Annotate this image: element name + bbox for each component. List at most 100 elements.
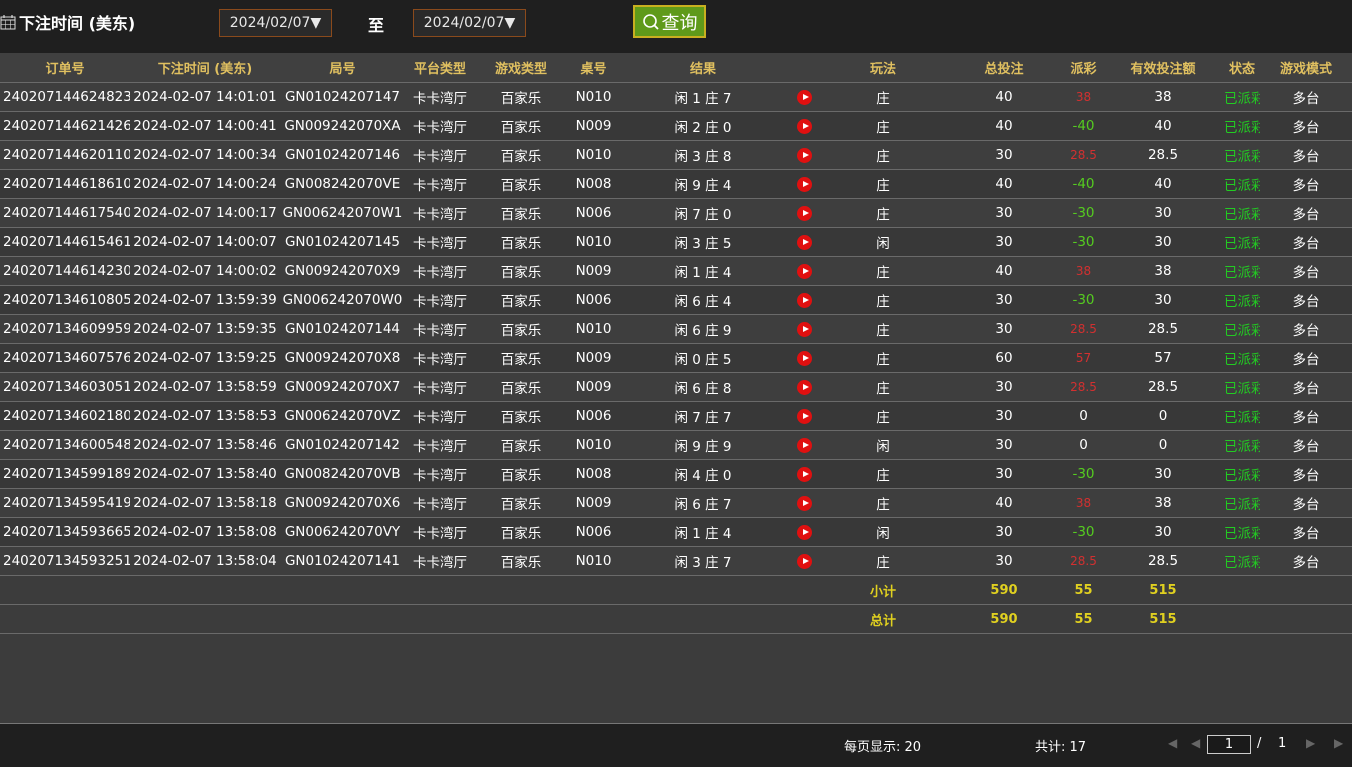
cell-valid-bet: 38 (1102, 256, 1224, 286)
page-number-input[interactable] (1207, 735, 1251, 754)
query-button[interactable]: 查询 (633, 5, 706, 38)
cell-bet-time: 2024-02-07 14:01:01 (130, 82, 280, 112)
prev-page-icon[interactable]: ◀ (1191, 736, 1200, 750)
cell-game-type: 百家乐 (475, 430, 567, 460)
col-header-bet-time: 下注时间 (美东) (130, 53, 280, 83)
cell-order-no: 240207134607576 (0, 343, 130, 373)
cell-video (786, 546, 823, 576)
empty-cell (620, 604, 786, 634)
cell-result: 闲 6 庄 7 (620, 488, 786, 518)
cell-game-mode: 多台 (1260, 285, 1352, 315)
empty-cell (475, 575, 567, 605)
cell-total-bet: 30 (943, 401, 1065, 431)
empty-cell (280, 604, 405, 634)
cell-game-mode: 多台 (1260, 227, 1352, 257)
play-video-icon[interactable] (797, 147, 812, 163)
play-video-icon[interactable] (797, 379, 812, 395)
cell-status: 已派彩 (1224, 430, 1260, 460)
cell-valid-bet: 57 (1102, 343, 1224, 373)
play-video-icon[interactable] (797, 263, 812, 279)
empty-cell (1224, 604, 1260, 634)
play-video-icon[interactable] (797, 437, 812, 453)
cell-total-bet: 40 (943, 111, 1065, 141)
play-video-icon[interactable] (797, 205, 812, 221)
play-video-icon[interactable] (797, 89, 812, 105)
play-video-icon[interactable] (797, 176, 812, 192)
cell-play: 闲 (823, 517, 943, 547)
cell-total-bet: 40 (943, 488, 1065, 518)
grandtotal-row-valid-bet: 515 (1102, 604, 1224, 634)
cell-bet-time: 2024-02-07 14:00:02 (130, 256, 280, 286)
play-video-icon[interactable] (797, 118, 812, 134)
cell-game-mode: 多台 (1260, 343, 1352, 373)
col-header-table-no: 桌号 (567, 53, 620, 83)
cell-status: 已派彩 (1224, 546, 1260, 576)
cell-order-no: 240207144624823 (0, 82, 130, 112)
table-row: 240207134602180 2024-02-07 13:58:53 GN0062… (0, 401, 1352, 431)
cell-table-no: N010 (567, 227, 620, 257)
cell-bet-time: 2024-02-07 14:00:24 (130, 169, 280, 199)
empty-cell (0, 604, 130, 634)
col-header-game-mode: 游戏模式 (1260, 53, 1352, 83)
calendar-icon (0, 15, 16, 30)
cell-table-no: N010 (567, 140, 620, 170)
empty-cell (1260, 575, 1352, 605)
cell-platform: 卡卡湾厅 (405, 227, 475, 257)
cell-valid-bet: 30 (1102, 459, 1224, 489)
play-video-icon[interactable] (797, 553, 812, 569)
cell-bet-time: 2024-02-07 13:58:46 (130, 430, 280, 460)
cell-valid-bet: 0 (1102, 401, 1224, 431)
cell-total-bet: 30 (943, 285, 1065, 315)
cell-video (786, 111, 823, 141)
cell-order-no: 240207144615461 (0, 227, 130, 257)
cell-game-mode: 多台 (1260, 256, 1352, 286)
play-video-icon[interactable] (797, 408, 812, 424)
table-row: 240207144614230 2024-02-07 14:00:02 GN0092… (0, 256, 1352, 286)
cell-payout: 28.5 (1065, 140, 1102, 170)
table-row: 240207134599189 2024-02-07 13:58:40 GN0082… (0, 459, 1352, 489)
cell-video (786, 517, 823, 547)
next-page-icon[interactable]: ▶ (1306, 736, 1315, 750)
table-row: 240207144617540 2024-02-07 14:00:17 GN0062… (0, 198, 1352, 228)
table-row: 240207134595419 2024-02-07 13:58:18 GN0092… (0, 488, 1352, 518)
cell-status: 已派彩 (1224, 401, 1260, 431)
empty-cell (786, 575, 823, 605)
cell-bet-time: 2024-02-07 13:58:08 (130, 517, 280, 547)
cell-table-no: N006 (567, 285, 620, 315)
cell-video (786, 314, 823, 344)
cell-game-mode: 多台 (1260, 459, 1352, 489)
cell-game-type: 百家乐 (475, 82, 567, 112)
cell-result: 闲 0 庄 5 (620, 343, 786, 373)
cell-game-type: 百家乐 (475, 198, 567, 228)
date-to-picker[interactable]: 2024/02/07▼ (413, 9, 526, 37)
cell-bet-time: 2024-02-07 13:58:59 (130, 372, 280, 402)
pagination-bar: 每页显示: 20 共计: 17 ◀‎ ◀ / 1 ▶ ▶‎ (0, 723, 1352, 767)
table-row: 240207144618610 2024-02-07 14:00:24 GN0082… (0, 169, 1352, 199)
cell-game-type: 百家乐 (475, 285, 567, 315)
first-page-icon[interactable]: ◀‎ (1168, 736, 1177, 750)
play-video-icon[interactable] (797, 234, 812, 250)
date-from-picker[interactable]: 2024/02/07▼ (219, 9, 332, 37)
cell-result: 闲 1 庄 4 (620, 517, 786, 547)
play-video-icon[interactable] (797, 292, 812, 308)
total-count-label: 共计: 17 (1035, 740, 1087, 755)
cell-result: 闲 6 庄 4 (620, 285, 786, 315)
cell-order-no: 240207144618610 (0, 169, 130, 199)
subtotal-row-total-bet: 590 (943, 575, 1065, 605)
cell-table-no: N009 (567, 488, 620, 518)
empty-cell (280, 575, 405, 605)
query-button-label: 查询 (661, 12, 698, 34)
play-video-icon[interactable] (797, 466, 812, 482)
cell-round-no: GN009242070X6 (280, 488, 405, 518)
play-video-icon[interactable] (797, 495, 812, 511)
col-header-payout: 派彩 (1065, 53, 1102, 83)
last-page-icon[interactable]: ▶‎ (1334, 736, 1343, 750)
cell-round-no: GN009242070X7 (280, 372, 405, 402)
cell-payout: -30 (1065, 459, 1102, 489)
cell-status: 已派彩 (1224, 256, 1260, 286)
play-video-icon[interactable] (797, 350, 812, 366)
cell-total-bet: 30 (943, 546, 1065, 576)
play-video-icon[interactable] (797, 524, 812, 540)
play-video-icon[interactable] (797, 321, 812, 337)
cell-valid-bet: 28.5 (1102, 372, 1224, 402)
